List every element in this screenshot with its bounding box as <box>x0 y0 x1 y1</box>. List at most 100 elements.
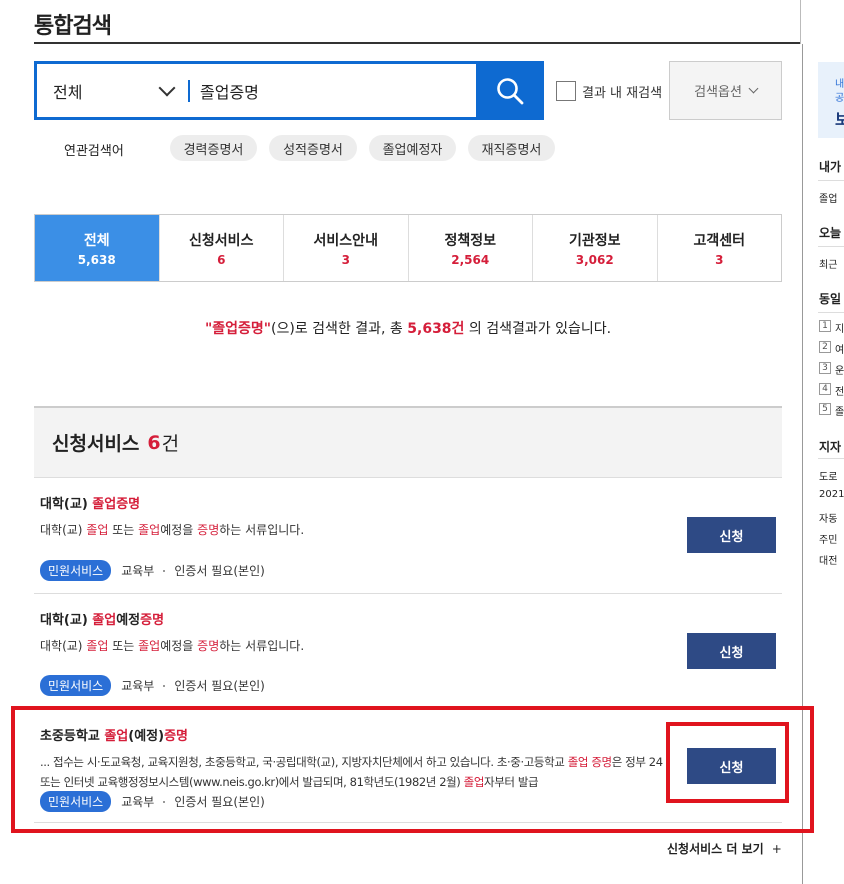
tab-all[interactable]: 전체 5,638 <box>35 215 159 281</box>
apply-highlight-box <box>666 722 789 803</box>
related-tag[interactable]: 성적증명서 <box>269 135 357 161</box>
sidebar-link[interactable]: 대전 <box>819 552 837 567</box>
tab-service-guide[interactable]: 서비스안내 3 <box>283 215 408 281</box>
desc-part: 또는 <box>108 523 139 537</box>
desc-highlight: 졸업 <box>86 639 109 653</box>
sidebar-divider <box>818 246 844 247</box>
tab-apply-services[interactable]: 신청서비스 6 <box>158 215 284 281</box>
sidebar-heading: 오늘 <box>819 226 842 240</box>
title-highlight: 졸업 <box>92 613 117 628</box>
desc-highlight: 증명 <box>197 639 220 653</box>
desc-part: 하는 서류입니다. <box>219 523 305 537</box>
tab-label: 정책정보 <box>444 232 497 249</box>
chevron-down-icon <box>158 79 176 96</box>
tab-label: 전체 <box>83 232 110 249</box>
title-highlight: 증명 <box>140 613 165 628</box>
item-title[interactable]: 대학(교) 졸업증명 <box>40 493 782 512</box>
sidebar-link[interactable]: 2021 <box>819 489 844 500</box>
tab-count: 6 <box>217 252 226 267</box>
more-link[interactable]: 신청서비스 더 보기 + <box>667 840 782 857</box>
desc-part: 예정을 <box>160 639 198 653</box>
sidebar-heading: 내가 <box>819 160 842 174</box>
summary-total: 5,638건 <box>407 321 465 337</box>
list-item: 대학(교) 졸업증명 대학(교) 졸업 또는 졸업예정을 증명하는 서류입니다. <box>34 493 782 540</box>
related-tag[interactable]: 졸업예정자 <box>369 135 456 161</box>
banner-text: 보 <box>835 110 844 129</box>
sidebar-divider <box>818 312 844 313</box>
sidebar-heading: 지자 <box>819 440 842 454</box>
rank-item[interactable]: 졸 <box>835 403 844 418</box>
search-options-button[interactable]: 검색옵션 <box>669 61 782 120</box>
desc-highlight: 졸업 <box>86 523 109 537</box>
section-title: 신청서비스 <box>52 433 140 455</box>
more-label: 신청서비스 더 보기 <box>667 842 764 856</box>
list-item: 대학(교) 졸업예정증명 대학(교) 졸업 또는 졸업예정을 증명하는 서류입니… <box>34 609 782 656</box>
tab-label: 기관정보 <box>568 232 621 249</box>
tab-count: 3,062 <box>575 252 614 267</box>
banner-text: 내 <box>835 79 844 90</box>
desc-part: 대학(교) <box>40 523 87 537</box>
page-title: 통합검색 <box>34 14 112 39</box>
sidebar-link[interactable]: 최근 <box>819 256 837 271</box>
scope-select[interactable]: 전체 <box>37 64 187 117</box>
rank-number: 2 <box>819 341 831 353</box>
rank-number: 3 <box>819 362 831 374</box>
tab-count: 2,564 <box>451 252 490 267</box>
item-divider <box>34 593 782 594</box>
sidebar-link[interactable]: 자동 <box>819 510 837 525</box>
rank-item[interactable]: 전 <box>835 383 844 398</box>
title-part: 대학(교) <box>40 613 93 628</box>
tab-count: 5,638 <box>77 252 116 267</box>
title-part: 대학(교) <box>40 497 93 512</box>
section-count: 6 <box>147 431 161 454</box>
rank-number: 5 <box>819 403 831 415</box>
related-tag[interactable]: 재직증명서 <box>468 135 555 161</box>
search-box: 전체 졸업증명 <box>34 61 544 120</box>
item-org: 교육부 <box>121 679 155 693</box>
result-summary: "졸업증명"(으)로 검색한 결과, 총 5,638건 의 검색결과가 있습니다… <box>34 318 782 338</box>
section-unit: 건 <box>161 433 180 455</box>
tab-policy[interactable]: 정책정보 2,564 <box>407 215 533 281</box>
sidebar-link[interactable]: 도로 <box>819 468 837 483</box>
plus-icon: + <box>771 841 782 856</box>
rank-item[interactable]: 지 <box>835 320 844 335</box>
tab-label: 서비스안내 <box>313 232 378 249</box>
scope-value: 전체 <box>53 82 83 102</box>
item-meta: 민원서비스 교육부 인증서 필요(본인) <box>40 675 265 696</box>
title-part: 예정 <box>116 613 141 628</box>
desc-part: 또는 <box>108 639 139 653</box>
category-badge: 민원서비스 <box>40 560 112 581</box>
related-tag[interactable]: 경력증명서 <box>170 135 257 161</box>
apply-button[interactable]: 신청 <box>687 517 776 553</box>
result-tabs: 전체 5,638 신청서비스 6 서비스안내 3 정책정보 2,564 기관정보… <box>34 214 782 282</box>
tab-label: 고객센터 <box>693 232 746 249</box>
sidebar-link[interactable]: 졸업 <box>819 190 837 205</box>
category-badge: 민원서비스 <box>40 675 112 696</box>
tab-customer-center[interactable]: 고객센터 3 <box>656 215 782 281</box>
re-search-toggle[interactable]: 결과 내 재검색 <box>556 81 662 101</box>
search-button[interactable] <box>476 61 544 120</box>
summary-pre: (으)로 검색한 결과, 총 <box>271 321 408 337</box>
separator-dot <box>163 569 166 572</box>
tab-label: 신청서비스 <box>189 232 254 249</box>
summary-keyword: "졸업증명" <box>204 321 272 337</box>
rank-item[interactable]: 운 <box>835 362 844 377</box>
sidebar-link[interactable]: 주민 <box>819 531 837 546</box>
desc-highlight: 졸업 <box>138 523 161 537</box>
item-title[interactable]: 대학(교) 졸업예정증명 <box>40 609 782 628</box>
related-label: 연관검색어 <box>64 144 124 159</box>
desc-part: 예정을 <box>160 523 198 537</box>
re-search-checkbox[interactable] <box>556 81 576 101</box>
tab-agency[interactable]: 기관정보 3,062 <box>532 215 657 281</box>
apply-button[interactable]: 신청 <box>687 633 776 669</box>
search-options-label: 검색옵션 <box>694 85 742 100</box>
rank-item[interactable]: 여 <box>835 341 844 356</box>
sidebar-divider <box>818 180 844 181</box>
sidebar-heading: 동일 <box>819 292 842 306</box>
sidebar-divider <box>818 458 844 459</box>
rank-number: 1 <box>819 320 831 332</box>
item-auth: 인증서 필요(본인) <box>174 679 265 693</box>
item-auth: 인증서 필요(본인) <box>174 564 265 578</box>
chevron-down-icon <box>748 83 759 94</box>
section-header: 신청서비스 6 건 <box>34 406 782 478</box>
